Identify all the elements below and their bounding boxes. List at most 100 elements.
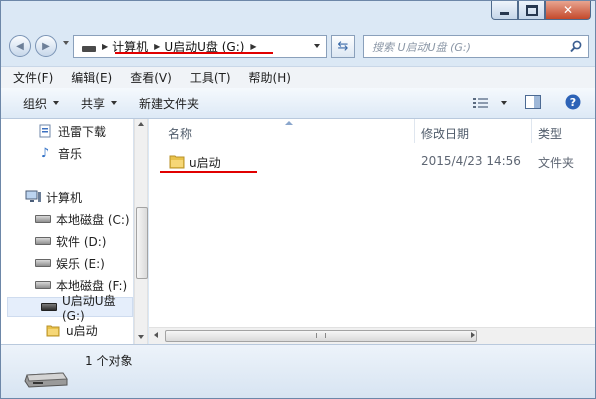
forward-arrow-icon: ▶ [42, 40, 50, 52]
download-folder-icon [37, 124, 53, 138]
nav-label: 迅雷下载 [58, 124, 107, 139]
view-options-button[interactable] [473, 97, 507, 109]
drive-icon [35, 259, 51, 267]
refresh-icon: ⇆ [337, 39, 349, 54]
breadcrumb-separator-icon[interactable]: ▶ [250, 42, 256, 51]
nav-item-usb-drive-g[interactable]: U启动U盘 (G:) [7, 294, 133, 323]
file-list-pane: 名称 修改日期 类型 u启动 2015/4/23 14:56 文件夹 [149, 119, 595, 344]
menu-edit[interactable]: 编辑(E) [71, 69, 112, 86]
refresh-button[interactable]: ⇆ [331, 35, 355, 58]
music-icon: ♪ [40, 145, 50, 161]
minimize-icon [500, 11, 509, 15]
column-header-type[interactable]: 类型 [538, 125, 562, 142]
menu-file[interactable]: 文件(F) [13, 69, 53, 86]
drive-icon [35, 237, 51, 245]
chevron-down-icon [501, 101, 507, 105]
details-view-icon [473, 98, 488, 108]
horizontal-scrollbar-thumb[interactable] [165, 330, 477, 342]
folder-icon [45, 323, 61, 337]
scroll-right-icon[interactable] [471, 332, 475, 338]
search-box[interactable]: 搜索 U启动U盘 (G:) [363, 35, 589, 58]
explorer-window: ✕ ◀ ▶ ▶ 计算机 ▶ U启动U盘 (G:) ▶ ⇆ 搜索 U启动U盘 (G… [0, 0, 596, 399]
search-icon [570, 40, 582, 56]
nav-scrollbar-thumb[interactable] [136, 207, 148, 279]
drive-icon [35, 215, 51, 223]
window-controls: ✕ [491, 1, 591, 23]
navigation-pane: 迅雷下载 ♪ 音乐 计算机 本地磁盘 (C:) 软件 (D:) 娱乐 (E:) … [1, 119, 134, 344]
folder-icon [169, 153, 185, 172]
preview-pane-button[interactable] [525, 94, 541, 112]
toolbar-right: ? [473, 88, 595, 118]
back-button[interactable]: ◀ [9, 35, 31, 57]
address-bar[interactable]: ▶ 计算机 ▶ U启动U盘 (G:) ▶ [73, 35, 327, 58]
menu-bar: 文件(F) 编辑(E) 查看(V) 工具(T) 帮助(H) [1, 66, 595, 88]
nav-label: 娱乐 (E:) [56, 256, 105, 271]
address-row: ◀ ▶ ▶ 计算机 ▶ U启动U盘 (G:) ▶ ⇆ 搜索 U启动U盘 (G:) [7, 33, 589, 61]
svg-text:?: ? [570, 96, 576, 109]
column-header-name[interactable]: 名称 [168, 125, 192, 142]
organize-button[interactable]: 组织 [23, 95, 60, 112]
menu-help[interactable]: 帮助(H) [249, 69, 291, 86]
file-modified-date: 2015/4/23 14:56 [421, 154, 521, 168]
help-button[interactable]: ? [565, 94, 581, 113]
nav-scrollbar[interactable] [134, 119, 148, 344]
chevron-down-icon [53, 101, 60, 105]
scroll-up-icon[interactable] [138, 122, 144, 126]
highlight-underline [115, 52, 273, 54]
close-icon: ✕ [562, 3, 574, 17]
minimize-button[interactable] [491, 1, 518, 20]
back-arrow-icon: ◀ [16, 40, 24, 52]
maximize-button[interactable] [518, 1, 545, 20]
details-pane: 1 个对象 [1, 344, 595, 398]
nav-label: 本地磁盘 (C:) [56, 212, 130, 227]
sort-arrow-icon [285, 121, 293, 125]
forward-button[interactable]: ▶ [35, 35, 57, 57]
nav-item-drive-e[interactable]: 娱乐 (E:) [1, 253, 133, 273]
breadcrumb-separator-icon[interactable]: ▶ [154, 42, 160, 51]
nav-label: 音乐 [58, 146, 83, 161]
nav-label: 计算机 [46, 190, 83, 205]
share-label: 共享 [81, 96, 106, 111]
column-divider[interactable] [414, 119, 415, 143]
file-horizontal-scrollbar[interactable] [149, 327, 595, 344]
computer-small-icon [82, 45, 96, 52]
menu-tools[interactable]: 工具(T) [190, 69, 231, 86]
address-history-dropdown[interactable] [314, 44, 320, 48]
nav-item-computer[interactable]: 计算机 [1, 187, 133, 207]
maximize-icon [525, 4, 538, 16]
recent-pages-dropdown[interactable] [63, 41, 69, 45]
close-button[interactable]: ✕ [545, 1, 591, 20]
preview-pane-icon [525, 94, 541, 109]
new-folder-button[interactable]: 新建文件夹 [139, 95, 199, 112]
nav-item-drive-c[interactable]: 本地磁盘 (C:) [1, 209, 133, 229]
nav-label: 软件 (D:) [56, 234, 107, 249]
nav-label: U启动U盘 (G:) [62, 293, 116, 323]
file-name: u启动 [189, 156, 221, 170]
usb-drive-large-icon [23, 369, 69, 394]
column-divider[interactable] [531, 119, 532, 143]
organize-label: 组织 [23, 96, 48, 111]
share-button[interactable]: 共享 [81, 95, 118, 112]
chevron-down-icon [111, 101, 118, 105]
search-input[interactable]: 搜索 U启动U盘 (G:) [372, 39, 471, 55]
nav-item-music[interactable]: ♪ 音乐 [1, 143, 133, 163]
nav-item-thunder-downloads[interactable]: 迅雷下载 [1, 121, 133, 141]
column-header-date[interactable]: 修改日期 [421, 125, 469, 142]
highlight-underline [160, 171, 257, 173]
item-count: 1 个对象 [85, 354, 133, 368]
nav-item-u-qidong-folder[interactable]: u启动 [1, 320, 133, 340]
scroll-left-icon[interactable] [154, 332, 158, 338]
help-icon: ? [565, 94, 581, 109]
file-type: 文件夹 [538, 156, 575, 170]
breadcrumb-separator-icon[interactable]: ▶ [102, 42, 108, 51]
nav-label: u启动 [66, 323, 98, 338]
menu-view[interactable]: 查看(V) [130, 69, 172, 86]
grip-icon [316, 333, 326, 338]
drive-icon [35, 281, 51, 289]
computer-icon [25, 190, 41, 204]
usb-drive-icon [41, 303, 57, 311]
file-row[interactable]: u启动 2015/4/23 14:56 文件夹 [149, 149, 595, 173]
nav-item-drive-d[interactable]: 软件 (D:) [1, 231, 133, 251]
command-bar: 组织 共享 新建文件夹 ? [1, 88, 595, 119]
scroll-down-icon[interactable] [138, 335, 144, 339]
